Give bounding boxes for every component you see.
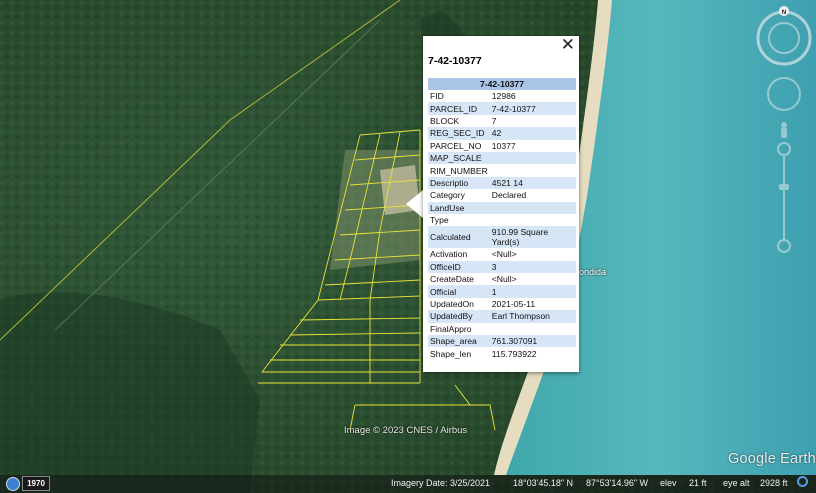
attribute-key: Shape_area (428, 335, 490, 348)
attribute-row: Shape_area 761.307091 (428, 335, 576, 348)
place-label[interactable]: ondida (579, 267, 606, 277)
attribute-row: LandUse (428, 201, 576, 214)
attribute-value (490, 323, 576, 335)
zoom-slider[interactable] (777, 142, 791, 253)
attribute-row: Calculated 910.99 Square Yard(s) (428, 226, 576, 249)
eye-altitude-label: eye alt (723, 478, 750, 488)
attribute-key: RIM_NUMBER (430, 165, 488, 176)
attribute-value: 910.99 Square Yard(s) (489, 226, 576, 249)
history-year: 1970 (22, 476, 50, 491)
attribute-key: UpdatedBy (428, 310, 490, 323)
google-earth-logo: Google Earth (728, 451, 816, 467)
street-view-icon[interactable] (781, 122, 787, 138)
status-bar: Imagery Date: 3/25/2021 18°03'45.18" N 8… (0, 475, 816, 493)
attribute-row: Shape_len 115.793922 (428, 347, 576, 359)
attribute-value: 7 (491, 115, 497, 126)
attribute-value: <Null> (491, 274, 517, 285)
attribute-value (490, 214, 576, 226)
attribute-row: Official 1 (428, 285, 576, 298)
navigation-control[interactable]: N (752, 4, 816, 264)
attribute-value: 3 (489, 260, 576, 274)
attribute-key: FinalAppro (430, 323, 472, 334)
attribute-row: Type (428, 214, 576, 226)
attribute-value: 12986 (491, 91, 516, 102)
look-joystick[interactable] (767, 77, 801, 111)
attribute-value: 10377 (491, 140, 516, 151)
imagery-date: Imagery Date: 3/25/2021 (391, 478, 491, 488)
imagery-credit: Image © 2023 CNES / Airbus (344, 425, 468, 436)
attribute-key: BLOCK (430, 115, 460, 126)
attribute-row: MAP_SCALE (428, 151, 576, 165)
attribute-value: 115.793922 (491, 348, 537, 359)
globe-icon (6, 477, 20, 491)
attribute-key: PARCEL_NO (430, 140, 482, 151)
attribute-row: OfficeID 3 (428, 260, 576, 274)
elevation-label: elev (660, 478, 677, 488)
attribute-row: FinalAppro (428, 323, 576, 335)
attribute-key: PARCEL_ID (428, 102, 490, 115)
attribute-table: 7-42-10377 FID 12986 PARCEL_ID 7-42-10377 BL… (428, 78, 576, 360)
attribute-row: PARCEL_ID 7-42-10377 (428, 102, 576, 115)
attribute-row: UpdatedBy Earl Thompson (428, 310, 576, 323)
close-icon[interactable]: ✕ (561, 36, 575, 54)
satellite-map[interactable] (0, 0, 816, 493)
attribute-key: Activation (430, 249, 468, 260)
attribute-row: PARCEL_NO 10377 (428, 140, 576, 152)
attribute-key: REG_SEC_ID (428, 127, 490, 140)
compass-north-label: N (782, 10, 786, 16)
attribute-key: LandUse (428, 201, 490, 214)
attribute-key: Shape_len (430, 348, 472, 359)
attribute-key: UpdatedOn (430, 299, 474, 310)
attribute-key: CreateDate (430, 274, 474, 285)
attribute-value: 761.307091 (489, 335, 576, 348)
attribute-value: <Null> (491, 249, 517, 260)
attribute-row: RIM_NUMBER (428, 164, 576, 176)
attribute-row: Category Declared (428, 189, 576, 201)
attribute-row: Activation <Null> (428, 248, 576, 260)
attribute-value (489, 201, 576, 214)
attribute-row: BLOCK 7 (428, 115, 576, 127)
attribute-key: Category (430, 190, 465, 201)
attribute-table-header: 7-42-10377 (428, 78, 576, 90)
attribute-value: 4521 14 (489, 176, 576, 190)
longitude-readout: 87°53'14.96" W (586, 478, 649, 488)
attribute-value: 7-42-10377 (489, 102, 576, 115)
popup-pointer (406, 190, 423, 218)
attribute-row: CreateDate <Null> (428, 273, 576, 285)
historical-imagery-button[interactable]: 1970 (2, 476, 50, 491)
attribute-value: Declared (491, 190, 527, 201)
eye-altitude-value: 2928 ft (760, 478, 788, 488)
attribute-value: 2021-05-11 (491, 299, 536, 310)
attribute-value (490, 164, 576, 176)
attribute-key: FID (430, 91, 444, 102)
attribute-row: UpdatedOn 2021-05-11 (428, 298, 576, 310)
popup-title: 7-42-10377 (428, 55, 482, 67)
attribute-row: REG_SEC_ID 42 (428, 127, 576, 140)
attribute-key: Type (430, 215, 449, 226)
attribute-key: MAP_SCALE (428, 151, 490, 165)
elevation-value: 21 ft (689, 478, 707, 488)
attribute-row: Descriptio 4521 14 (428, 176, 576, 190)
attribute-key: Descriptio (428, 176, 490, 190)
parcel-info-popup: ✕ 7-42-10377 7-42-10377 FID 12986 PARCEL_I… (423, 36, 579, 372)
attribute-row: FID 12986 (428, 90, 576, 102)
attribute-key: Official (428, 285, 490, 298)
latitude-readout: 18°03'45.18" N (513, 478, 574, 488)
attribute-value (489, 151, 576, 165)
attribute-value: 1 (489, 285, 576, 298)
loading-spinner-icon (797, 476, 808, 487)
attribute-key: Calculated (428, 226, 490, 249)
attribute-key: OfficeID (428, 260, 490, 274)
attribute-value: Earl Thompson (489, 310, 576, 323)
attribute-value: 42 (489, 127, 576, 140)
